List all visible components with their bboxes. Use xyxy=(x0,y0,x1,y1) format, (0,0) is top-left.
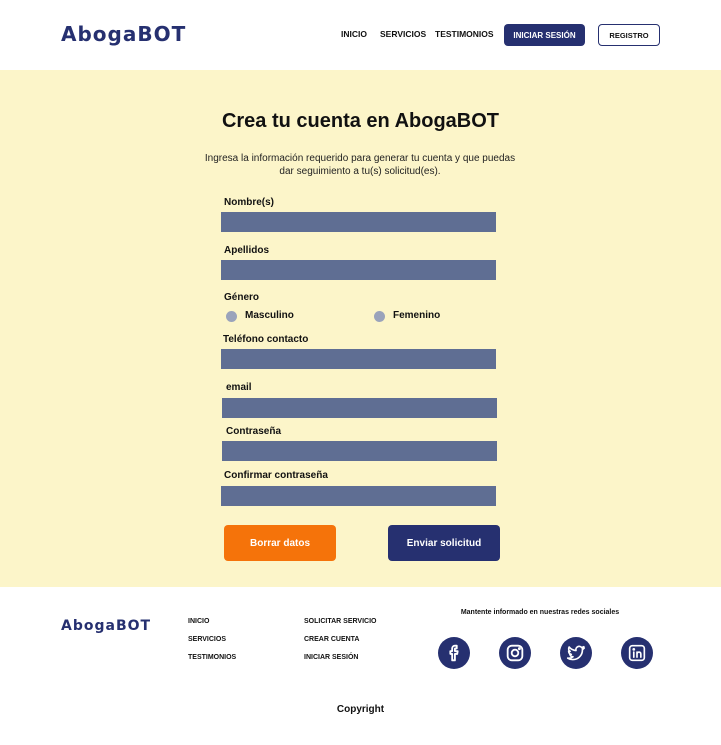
brand-logo[interactable]: AbogaBOT xyxy=(61,22,186,46)
footer-link-solicitar-servicio[interactable]: SOLICITAR SERVICIO xyxy=(304,618,376,625)
radio-masculino[interactable] xyxy=(226,311,237,322)
footer-link-servicios[interactable]: SERVICIOS xyxy=(188,636,226,643)
confirmar-field[interactable] xyxy=(221,486,496,506)
signup-section: Crea tu cuenta en AbogaBOT Ingresa la in… xyxy=(0,70,721,587)
social-title: Mantente informado en nuestras redes soc… xyxy=(460,609,620,616)
contrasena-field[interactable] xyxy=(222,441,497,461)
nav-testimonios[interactable]: TESTIMONIOS xyxy=(435,29,494,39)
subtitle-line-1: Ingresa la información requerido para ge… xyxy=(204,153,516,164)
nav-servicios[interactable]: SERVICIOS xyxy=(380,29,426,39)
nombre-field[interactable] xyxy=(221,212,496,232)
apellidos-label: Apellidos xyxy=(224,245,270,256)
contrasena-label: Contraseña xyxy=(226,426,282,437)
footer-link-inicio[interactable]: INICIO xyxy=(188,618,209,625)
instagram-icon[interactable] xyxy=(499,637,531,669)
facebook-icon[interactable] xyxy=(438,637,470,669)
radio-femenino-label[interactable]: Femenino xyxy=(393,310,440,321)
genero-label: Género xyxy=(224,292,260,303)
footer-brand-logo[interactable]: AbogaBOT xyxy=(61,618,151,634)
telefono-field[interactable] xyxy=(221,349,496,369)
radio-masculino-label[interactable]: Masculino xyxy=(245,310,294,321)
site-footer: AbogaBOT INICIO SERVICIOS TESTIMONIOS SO… xyxy=(0,587,721,745)
footer-link-testimonios[interactable]: TESTIMONIOS xyxy=(188,654,236,661)
email-field[interactable] xyxy=(222,398,497,418)
telefono-label: Teléfono contacto xyxy=(223,334,309,345)
linkedin-icon[interactable] xyxy=(621,637,653,669)
page-title: Crea tu cuenta en AbogaBOT xyxy=(221,110,500,132)
site-header: AbogaBOT INICIO SERVICIOS TESTIMONIOS IN… xyxy=(0,0,721,70)
footer-link-crear-cuenta[interactable]: CREAR CUENTA xyxy=(304,636,359,643)
radio-femenino[interactable] xyxy=(374,311,385,322)
clear-button[interactable]: Borrar datos xyxy=(224,525,336,561)
nav-inicio[interactable]: INICIO xyxy=(341,29,367,39)
footer-link-iniciar-sesion[interactable]: INICIAR SESIÓN xyxy=(304,654,358,661)
login-button[interactable]: INICIAR SESIÓN xyxy=(504,24,585,46)
submit-button[interactable]: Enviar solicitud xyxy=(388,525,500,561)
nombre-label: Nombre(s) xyxy=(224,197,275,208)
twitter-icon[interactable] xyxy=(560,637,592,669)
register-button[interactable]: REGISTRO xyxy=(598,24,660,46)
email-label: email xyxy=(226,382,252,393)
copyright-text: Copyright xyxy=(336,704,385,715)
subtitle-line-2: dar seguimiento a tu(s) solicitud(es). xyxy=(279,166,441,177)
apellidos-field[interactable] xyxy=(221,260,496,280)
confirmar-label: Confirmar contraseña xyxy=(224,470,328,481)
page-subtitle: Ingresa la información requerido para ge… xyxy=(190,152,530,178)
